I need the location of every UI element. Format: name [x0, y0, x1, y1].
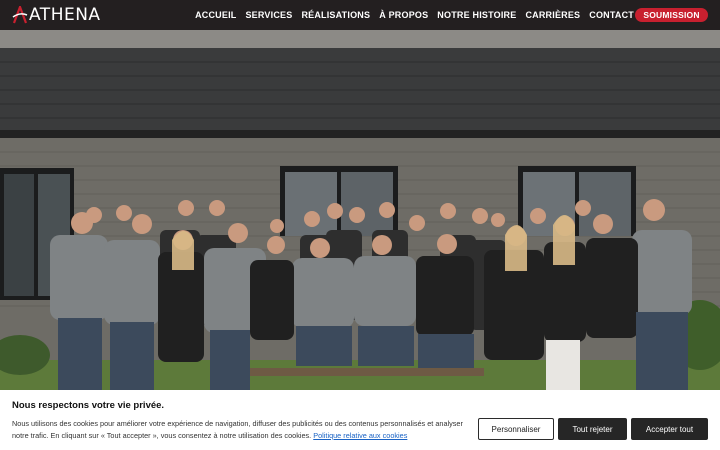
nav-realisations[interactable]: RÉALISATIONS — [301, 10, 370, 20]
nav-notre-histoire[interactable]: NOTRE HISTOIRE — [437, 10, 516, 20]
logo-mark-icon — [12, 6, 28, 24]
accept-all-button[interactable]: Accepter tout — [631, 418, 708, 440]
hero-team-photo — [0, 30, 720, 390]
customize-button[interactable]: Personnaliser — [478, 418, 554, 440]
cookie-banner: Nous respectons votre vie privée. Nous u… — [0, 390, 720, 450]
cookie-title: Nous respectons votre vie privée. — [12, 400, 165, 411]
nav-a-propos[interactable]: À PROPOS — [379, 10, 428, 20]
site-header: ATHENA ACCUEIL SERVICES RÉALISATIONS À P… — [0, 0, 720, 30]
nav-accueil[interactable]: ACCUEIL — [195, 10, 236, 20]
cookie-text: Nous utilisons des cookies pour améliore… — [12, 418, 474, 442]
nav-contact[interactable]: CONTACT — [589, 10, 634, 20]
logo-text: ATHENA — [29, 5, 101, 25]
nav-carrieres[interactable]: CARRIÈRES — [525, 10, 580, 20]
logo[interactable]: ATHENA — [12, 5, 101, 25]
soumission-button[interactable]: SOUMISSION — [635, 8, 708, 22]
nav-services[interactable]: SERVICES — [245, 10, 292, 20]
cookie-policy-link[interactable]: Politique relative aux cookies — [313, 431, 407, 440]
main-nav: ACCUEIL SERVICES RÉALISATIONS À PROPOS N… — [195, 0, 634, 30]
reject-all-button[interactable]: Tout rejeter — [558, 418, 627, 440]
